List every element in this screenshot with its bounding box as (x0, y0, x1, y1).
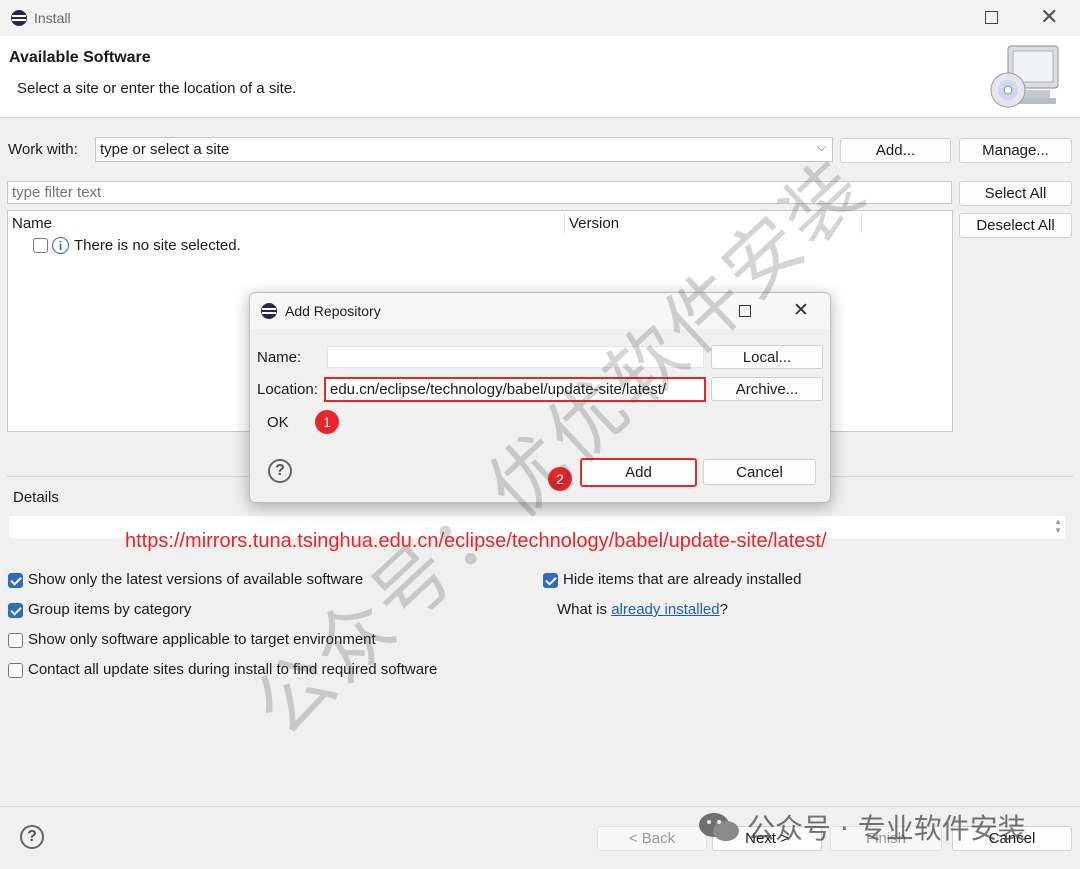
latest-versions-checkbox[interactable] (8, 573, 23, 588)
eclipse-icon (11, 10, 27, 26)
deselect-all-button[interactable]: Deselect All (959, 213, 1072, 238)
group-category-label: Group items by category (28, 601, 192, 618)
dialog-cancel-button[interactable]: Cancel (703, 459, 816, 485)
page-subtitle: Select a site or enter the location of a… (17, 80, 297, 97)
page-title: Available Software (9, 49, 151, 66)
name-label: Name: (257, 349, 302, 366)
target-env-checkbox[interactable] (8, 633, 23, 648)
dialog-help-icon[interactable]: ? (268, 459, 292, 483)
archive-button[interactable]: Archive... (711, 377, 823, 401)
latest-versions-label: Show only the latest versions of availab… (28, 571, 364, 588)
dialog-title-bar: Add Repository ✕ (250, 293, 830, 329)
footer-watermark: 公众号 · 专业软件安装 (697, 808, 1026, 846)
what-is-prefix: What is (557, 601, 612, 618)
hide-installed-label: Hide items that are already installed (563, 571, 802, 588)
manage-button[interactable]: Manage... (959, 138, 1072, 163)
header-banner: Available Software Select a site or ente… (0, 36, 1080, 118)
work-with-value: type or select a site (100, 141, 230, 158)
column-divider (564, 213, 565, 233)
group-category-checkbox[interactable] (8, 603, 23, 618)
footer-watermark-text: 公众号 · 专业软件安装 (747, 812, 1026, 845)
chevron-down-icon[interactable]: ⌵ (817, 140, 826, 155)
help-icon[interactable]: ? (20, 825, 44, 849)
eclipse-icon (261, 303, 277, 319)
column-header-version[interactable]: Version (569, 215, 619, 232)
table-row[interactable]: i There is no site selected. (32, 236, 632, 258)
status-ok-text: OK (267, 414, 289, 431)
details-label: Details (13, 489, 59, 506)
close-icon[interactable]: ✕ (1040, 4, 1058, 30)
window-title: Install (34, 10, 71, 26)
dialog-close-icon[interactable]: ✕ (793, 299, 809, 322)
dialog-title: Add Repository (285, 303, 381, 319)
column-divider (861, 213, 862, 233)
filter-input[interactable] (7, 181, 952, 204)
step-2-marker: 2 (548, 467, 572, 491)
back-button[interactable]: < Back (597, 826, 707, 851)
computer-cd-icon (990, 45, 1059, 108)
work-with-label: Work with: (8, 141, 78, 158)
dialog-add-button[interactable]: Add (580, 458, 697, 487)
dialog-maximize-icon[interactable] (739, 305, 751, 317)
scroll-arrows-icon[interactable]: ▲ ▼ (1054, 517, 1062, 535)
contact-sites-checkbox[interactable] (8, 663, 23, 678)
local-button[interactable]: Local... (711, 345, 823, 369)
work-with-combo[interactable]: type or select a site ⌵ (95, 137, 833, 162)
what-is-text: What is already installed? (557, 601, 728, 618)
contact-sites-label: Contact all update sites during install … (28, 661, 438, 678)
select-all-button[interactable]: Select All (959, 181, 1072, 206)
row-checkbox[interactable] (33, 238, 48, 253)
target-env-label: Show only software applicable to target … (28, 631, 376, 648)
add-repository-dialog: Add Repository ✕ Name: Local... Location… (249, 292, 831, 503)
maximize-icon[interactable] (985, 11, 998, 24)
what-is-suffix: ? (719, 601, 728, 618)
location-input[interactable]: edu.cn/eclipse/technology/babel/update-s… (324, 377, 706, 402)
column-header-name[interactable]: Name (12, 215, 52, 232)
add-site-button[interactable]: Add... (840, 138, 951, 163)
annotation-url: https://mirrors.tuna.tsinghua.edu.cn/ecl… (125, 530, 827, 552)
hide-installed-checkbox[interactable] (543, 573, 558, 588)
step-1-marker: 1 (315, 410, 339, 434)
already-installed-link[interactable]: already installed (611, 601, 719, 618)
location-label: Location: (257, 381, 318, 398)
name-input[interactable] (327, 346, 704, 368)
row-label: There is no site selected. (74, 237, 241, 254)
wechat-icon (699, 813, 739, 841)
title-bar: Install ✕ (0, 0, 1080, 36)
info-icon: i (52, 237, 69, 254)
